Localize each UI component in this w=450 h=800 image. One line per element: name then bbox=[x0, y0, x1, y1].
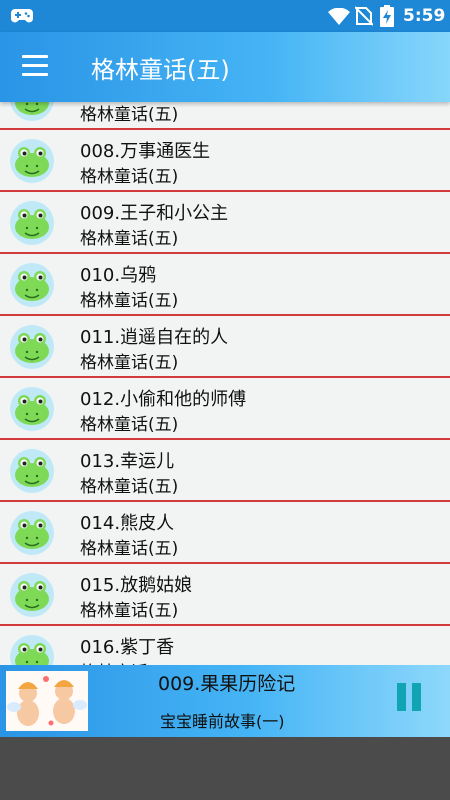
story-title: 010.乌鸦 bbox=[80, 265, 157, 286]
battery-charging-icon bbox=[380, 5, 394, 27]
story-collection: 格林童话(五) bbox=[80, 601, 179, 621]
wifi-icon bbox=[328, 8, 350, 25]
frog-thumbnail-icon bbox=[10, 387, 54, 431]
story-collection: 格林童话(五) bbox=[80, 291, 179, 311]
list-item[interactable]: 012.小偷和他的师傅 格林童话(五) bbox=[0, 378, 450, 440]
story-collection: 格林童话(五) bbox=[80, 353, 179, 373]
frog-thumbnail-icon bbox=[10, 325, 54, 369]
list-item[interactable]: 010.乌鸦格林童话(五) bbox=[0, 254, 450, 316]
status-bar: 5:59 bbox=[0, 0, 450, 32]
frog-thumbnail-icon bbox=[10, 511, 54, 555]
story-title: 015.放鹅姑娘 bbox=[80, 575, 193, 596]
frog-thumbnail-icon bbox=[10, 263, 54, 307]
story-list[interactable]: 格林童话(五) 008.万事通医生 格林童话(五) 009.王子和小公主 格林童话(五)… bbox=[0, 102, 450, 665]
list-item[interactable]: 格林童话(五) bbox=[0, 102, 450, 130]
story-collection: 格林童话(五) bbox=[80, 477, 179, 497]
now-playing-title: 009.果果历险记 bbox=[158, 673, 296, 695]
album-cover[interactable] bbox=[6, 671, 88, 731]
frog-thumbnail-icon bbox=[10, 139, 54, 183]
cherub-illustration bbox=[6, 671, 88, 731]
list-item[interactable]: 011.逍遥自在的人 格林童话(五) bbox=[0, 316, 450, 378]
page-title: 格林童话(五) bbox=[91, 56, 230, 84]
story-title: 011.逍遥自在的人 bbox=[80, 327, 229, 348]
app-bar: 格林童话(五) bbox=[0, 32, 450, 102]
list-item[interactable]: 008.万事通医生 格林童话(五) bbox=[0, 130, 450, 192]
frog-thumbnail-icon bbox=[10, 102, 54, 121]
story-collection: 格林童话(五) bbox=[80, 229, 179, 249]
story-collection: 格林童话(五) bbox=[80, 167, 179, 187]
pause-icon[interactable] bbox=[397, 683, 423, 713]
story-title: 012.小偷和他的师傅 bbox=[80, 389, 247, 410]
list-item[interactable]: 014.熊皮人 格林童话(五) bbox=[0, 502, 450, 564]
hamburger-menu-icon[interactable] bbox=[22, 55, 48, 77]
now-playing-album: 宝宝睡前故事(一) bbox=[160, 712, 285, 731]
list-item[interactable]: 016.紫丁香格林童话(五) bbox=[0, 626, 450, 665]
bottom-area bbox=[0, 737, 450, 800]
story-title: 009.王子和小公主 bbox=[80, 203, 229, 224]
list-item[interactable]: 015.放鹅姑娘 格林童话(五) bbox=[0, 564, 450, 626]
story-title: 008.万事通医生 bbox=[80, 141, 211, 162]
no-sim-icon bbox=[355, 6, 373, 26]
story-collection: 格林童话(五) bbox=[80, 539, 179, 559]
frog-thumbnail-icon bbox=[10, 449, 54, 493]
gamepad-icon bbox=[11, 9, 33, 23]
mini-player[interactable]: 009.果果历险记 宝宝睡前故事(一) bbox=[0, 665, 450, 737]
story-collection: 格林童话(五) bbox=[80, 105, 179, 125]
status-time: 5:59 bbox=[403, 6, 446, 26]
story-title: 013.幸运儿 bbox=[80, 451, 175, 472]
list-item[interactable]: 013.幸运儿 格林童话(五) bbox=[0, 440, 450, 502]
story-title: 016.紫丁香 bbox=[80, 637, 175, 658]
frog-thumbnail-icon bbox=[10, 573, 54, 617]
frog-thumbnail-icon bbox=[10, 635, 54, 665]
story-title: 014.熊皮人 bbox=[80, 513, 175, 534]
story-collection: 格林童话(五) bbox=[80, 415, 179, 435]
story-collection: 格林童话(五) bbox=[80, 658, 178, 665]
frog-thumbnail-icon bbox=[10, 201, 54, 245]
list-item[interactable]: 009.王子和小公主 格林童话(五) bbox=[0, 192, 450, 254]
